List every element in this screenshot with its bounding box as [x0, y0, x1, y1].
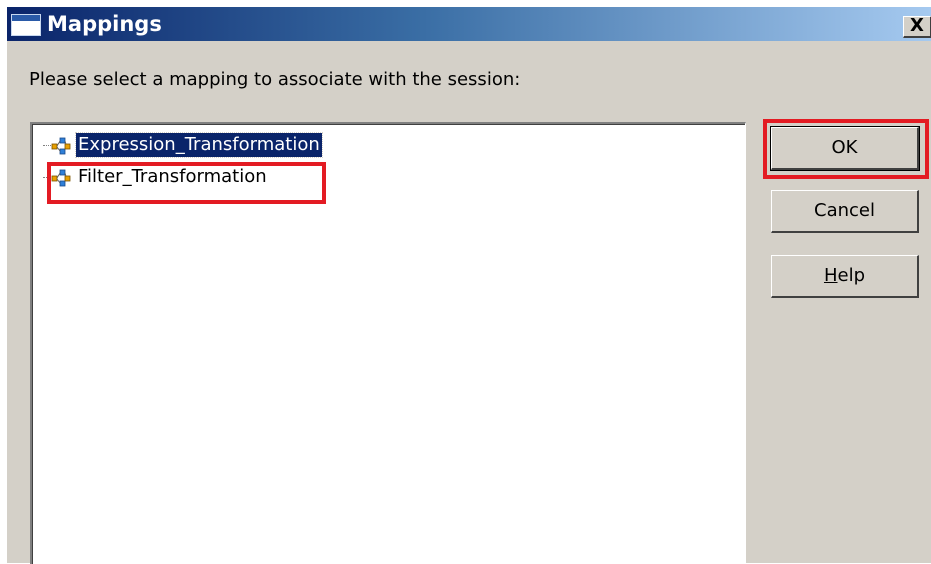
help-button[interactable]: Help: [771, 255, 919, 298]
mapping-icon: [51, 169, 71, 187]
help-mnemonic: H: [823, 265, 838, 286]
mapping-icon: [51, 137, 71, 155]
cancel-button[interactable]: Cancel: [771, 190, 919, 233]
title-bar[interactable]: Mappings X: [7, 7, 931, 41]
mapping-label: Expression_Transformation: [75, 132, 323, 158]
close-button[interactable]: X: [903, 16, 931, 38]
dialog-title: Mappings: [47, 12, 162, 36]
mapping-label: Filter_Transformation: [78, 166, 267, 187]
prompt-label: Please select a mapping to associate wit…: [29, 69, 521, 90]
window-icon: [11, 14, 41, 36]
help-label-rest: elp: [837, 265, 866, 286]
mapping-list[interactable]: Expression_Transformation Filter_Transfo…: [30, 122, 746, 564]
mappings-dialog: Mappings X Please select a mapping to as…: [6, 6, 931, 564]
ok-button[interactable]: OK: [770, 126, 920, 171]
